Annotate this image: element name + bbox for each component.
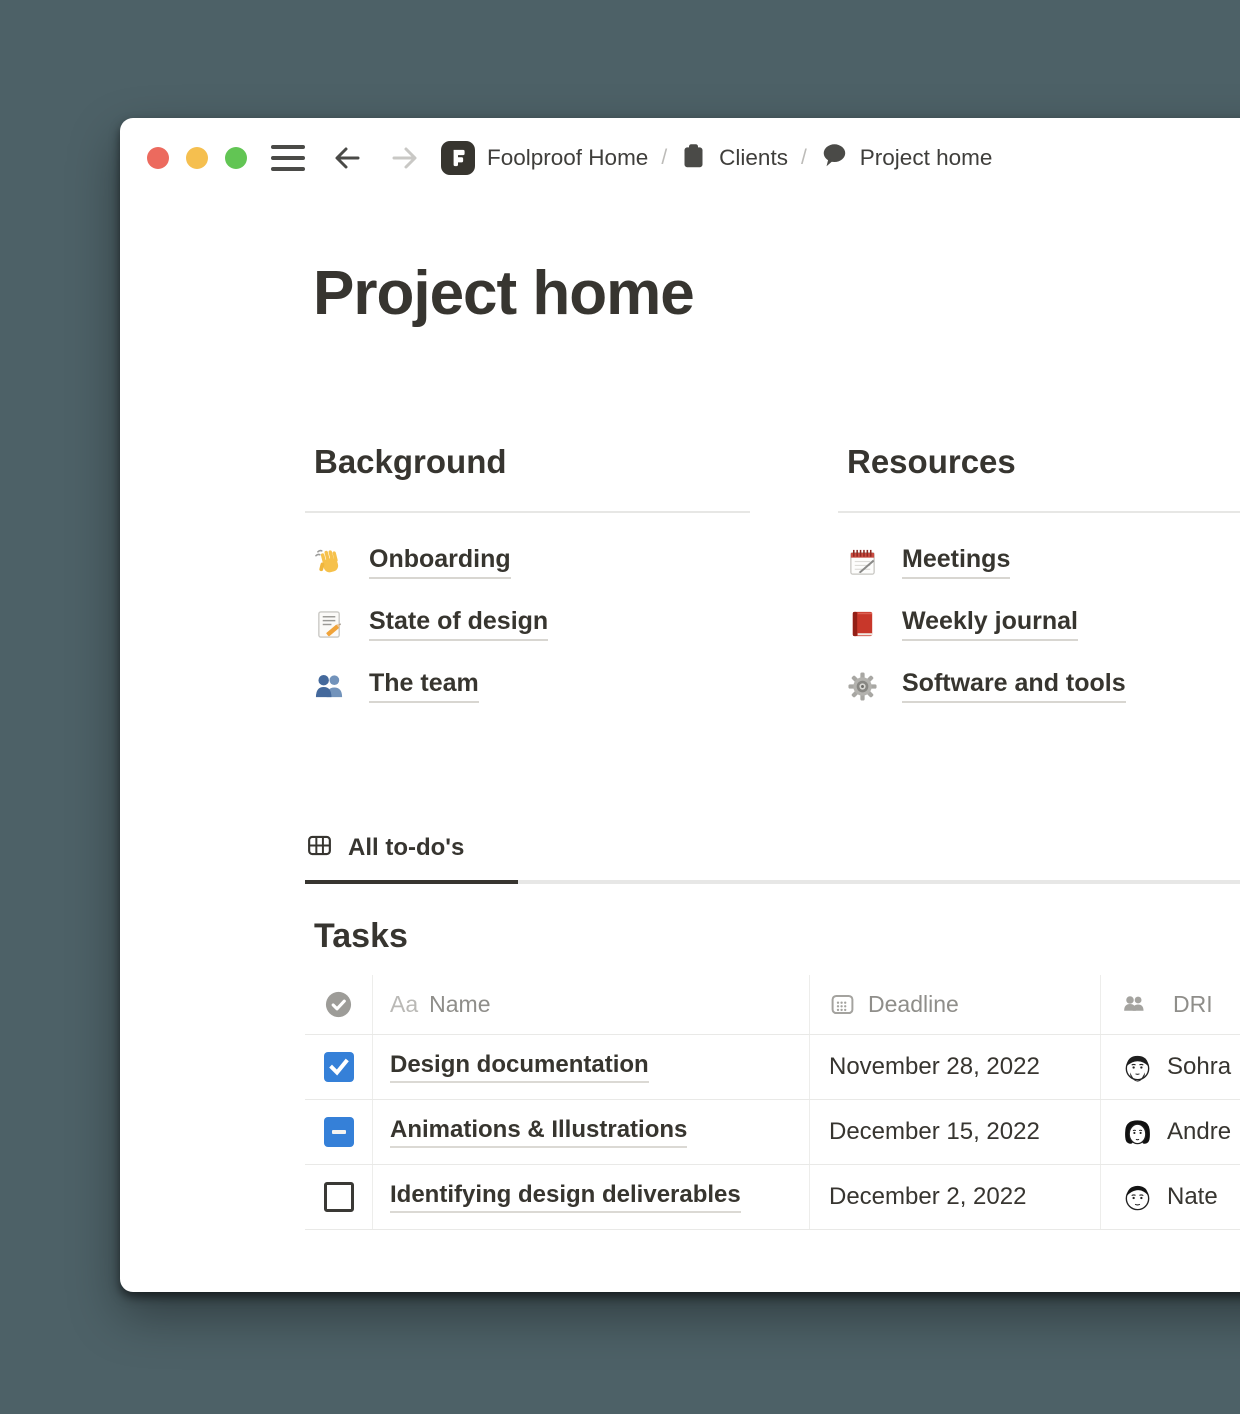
database-view-tabs: All to-do's <box>305 832 1240 884</box>
section-heading: Background <box>305 443 750 481</box>
text-type-icon: Aa <box>390 991 418 1018</box>
table-row: Animations & Illustrations December 15, … <box>305 1100 1240 1165</box>
tab-all-todos[interactable]: All to-do's <box>305 832 468 880</box>
avatar <box>1121 1051 1154 1084</box>
breadcrumb: Foolproof Home / Clients / <box>441 141 992 175</box>
menu-icon[interactable] <box>271 145 305 171</box>
zoom-window-button[interactable] <box>225 147 247 169</box>
page-link-weekly-journal[interactable]: Weekly journal <box>838 593 1240 655</box>
task-name-link[interactable]: Identifying design deliverables <box>390 1181 741 1213</box>
two-people-icon <box>314 671 345 702</box>
page-link-label: The team <box>369 669 479 703</box>
page-link-software-and-tools[interactable]: Software and tools <box>838 655 1240 717</box>
tab-underline-track <box>305 880 1240 884</box>
tab-label: All to-do's <box>348 834 464 862</box>
task-checkbox[interactable] <box>324 1052 354 1082</box>
minimize-window-button[interactable] <box>186 147 208 169</box>
window-titlebar: Foolproof Home / Clients / <box>120 118 1240 198</box>
page-link-label: State of design <box>369 607 548 641</box>
breadcrumb-item-foolproof-home[interactable]: Foolproof Home <box>441 141 648 175</box>
section-heading: Resources <box>838 443 1240 481</box>
spiral-calendar-icon <box>847 547 878 578</box>
breadcrumb-label: Foolproof Home <box>487 145 648 171</box>
task-deadline-cell[interactable]: November 28, 2022 <box>810 1035 1101 1099</box>
gear-icon <box>847 671 878 702</box>
page-link-the-team[interactable]: The team <box>305 655 750 717</box>
divider <box>838 511 1240 513</box>
task-deadline-cell[interactable]: December 15, 2022 <box>810 1100 1101 1164</box>
column-header-dri[interactable]: DRI <box>1101 975 1240 1034</box>
traffic-lights <box>147 147 247 169</box>
app-window: Foolproof Home / Clients / <box>120 118 1240 1292</box>
table-row: Design documentation November 28, 2022 S… <box>305 1035 1240 1100</box>
page-title: Project home <box>313 258 694 329</box>
breadcrumb-separator: / <box>648 146 680 170</box>
dri-name: Andre <box>1167 1118 1231 1146</box>
page-link-meetings[interactable]: Meetings <box>838 531 1240 593</box>
divider <box>305 511 750 513</box>
column-header-name[interactable]: Aa Name <box>373 975 810 1034</box>
breadcrumb-item-project-home[interactable]: Project home <box>820 141 993 175</box>
breadcrumb-label: Project home <box>860 145 993 171</box>
page-link-label: Meetings <box>902 545 1010 579</box>
dri-name: Nate <box>1167 1183 1218 1211</box>
page-link-label: Onboarding <box>369 545 511 579</box>
speech-bubble-icon <box>820 141 848 175</box>
resources-section: Resources <box>838 443 1240 717</box>
table-row: Identifying design deliverables December… <box>305 1165 1240 1230</box>
calendar-icon <box>829 991 856 1018</box>
active-tab-underline <box>305 880 518 884</box>
tasks-table: Aa Name Deadline <box>305 975 1240 1230</box>
page-link-onboarding[interactable]: Onboarding <box>305 531 750 593</box>
breadcrumb-separator: / <box>788 146 820 170</box>
background-section: Background <box>305 443 750 717</box>
task-dri-cell[interactable]: Andre <box>1101 1100 1240 1164</box>
task-checkbox[interactable] <box>324 1117 354 1147</box>
avatar <box>1121 1116 1154 1149</box>
back-arrow-icon[interactable] <box>331 142 363 174</box>
tasks-heading: Tasks <box>314 917 408 956</box>
memo-icon <box>314 609 345 640</box>
clipboard-icon <box>680 142 707 175</box>
dri-name: Sohra <box>1167 1053 1231 1081</box>
page-link-label: Software and tools <box>902 669 1126 703</box>
waving-hand-icon <box>314 547 345 578</box>
column-header-deadline[interactable]: Deadline <box>810 975 1101 1034</box>
check-circle-icon <box>324 990 353 1019</box>
task-dri-cell[interactable]: Nate <box>1101 1165 1240 1229</box>
page-link-state-of-design[interactable]: State of design <box>305 593 750 655</box>
page-link-label: Weekly journal <box>902 607 1078 641</box>
table-view-icon <box>306 832 333 864</box>
red-book-icon <box>847 609 878 640</box>
task-name-link[interactable]: Design documentation <box>390 1051 649 1083</box>
task-name-link[interactable]: Animations & Illustrations <box>390 1116 687 1148</box>
forward-arrow-icon[interactable] <box>389 142 421 174</box>
task-checkbox[interactable] <box>324 1182 354 1212</box>
foolproof-logo <box>441 141 475 175</box>
table-header-row: Aa Name Deadline <box>305 975 1240 1035</box>
people-icon <box>1121 991 1148 1018</box>
avatar <box>1121 1181 1154 1214</box>
task-dri-cell[interactable]: Sohra <box>1101 1035 1240 1099</box>
breadcrumb-item-clients[interactable]: Clients <box>680 142 788 175</box>
close-window-button[interactable] <box>147 147 169 169</box>
column-header-checkbox[interactable] <box>305 975 373 1034</box>
breadcrumb-label: Clients <box>719 145 788 171</box>
task-deadline-cell[interactable]: December 2, 2022 <box>810 1165 1101 1229</box>
